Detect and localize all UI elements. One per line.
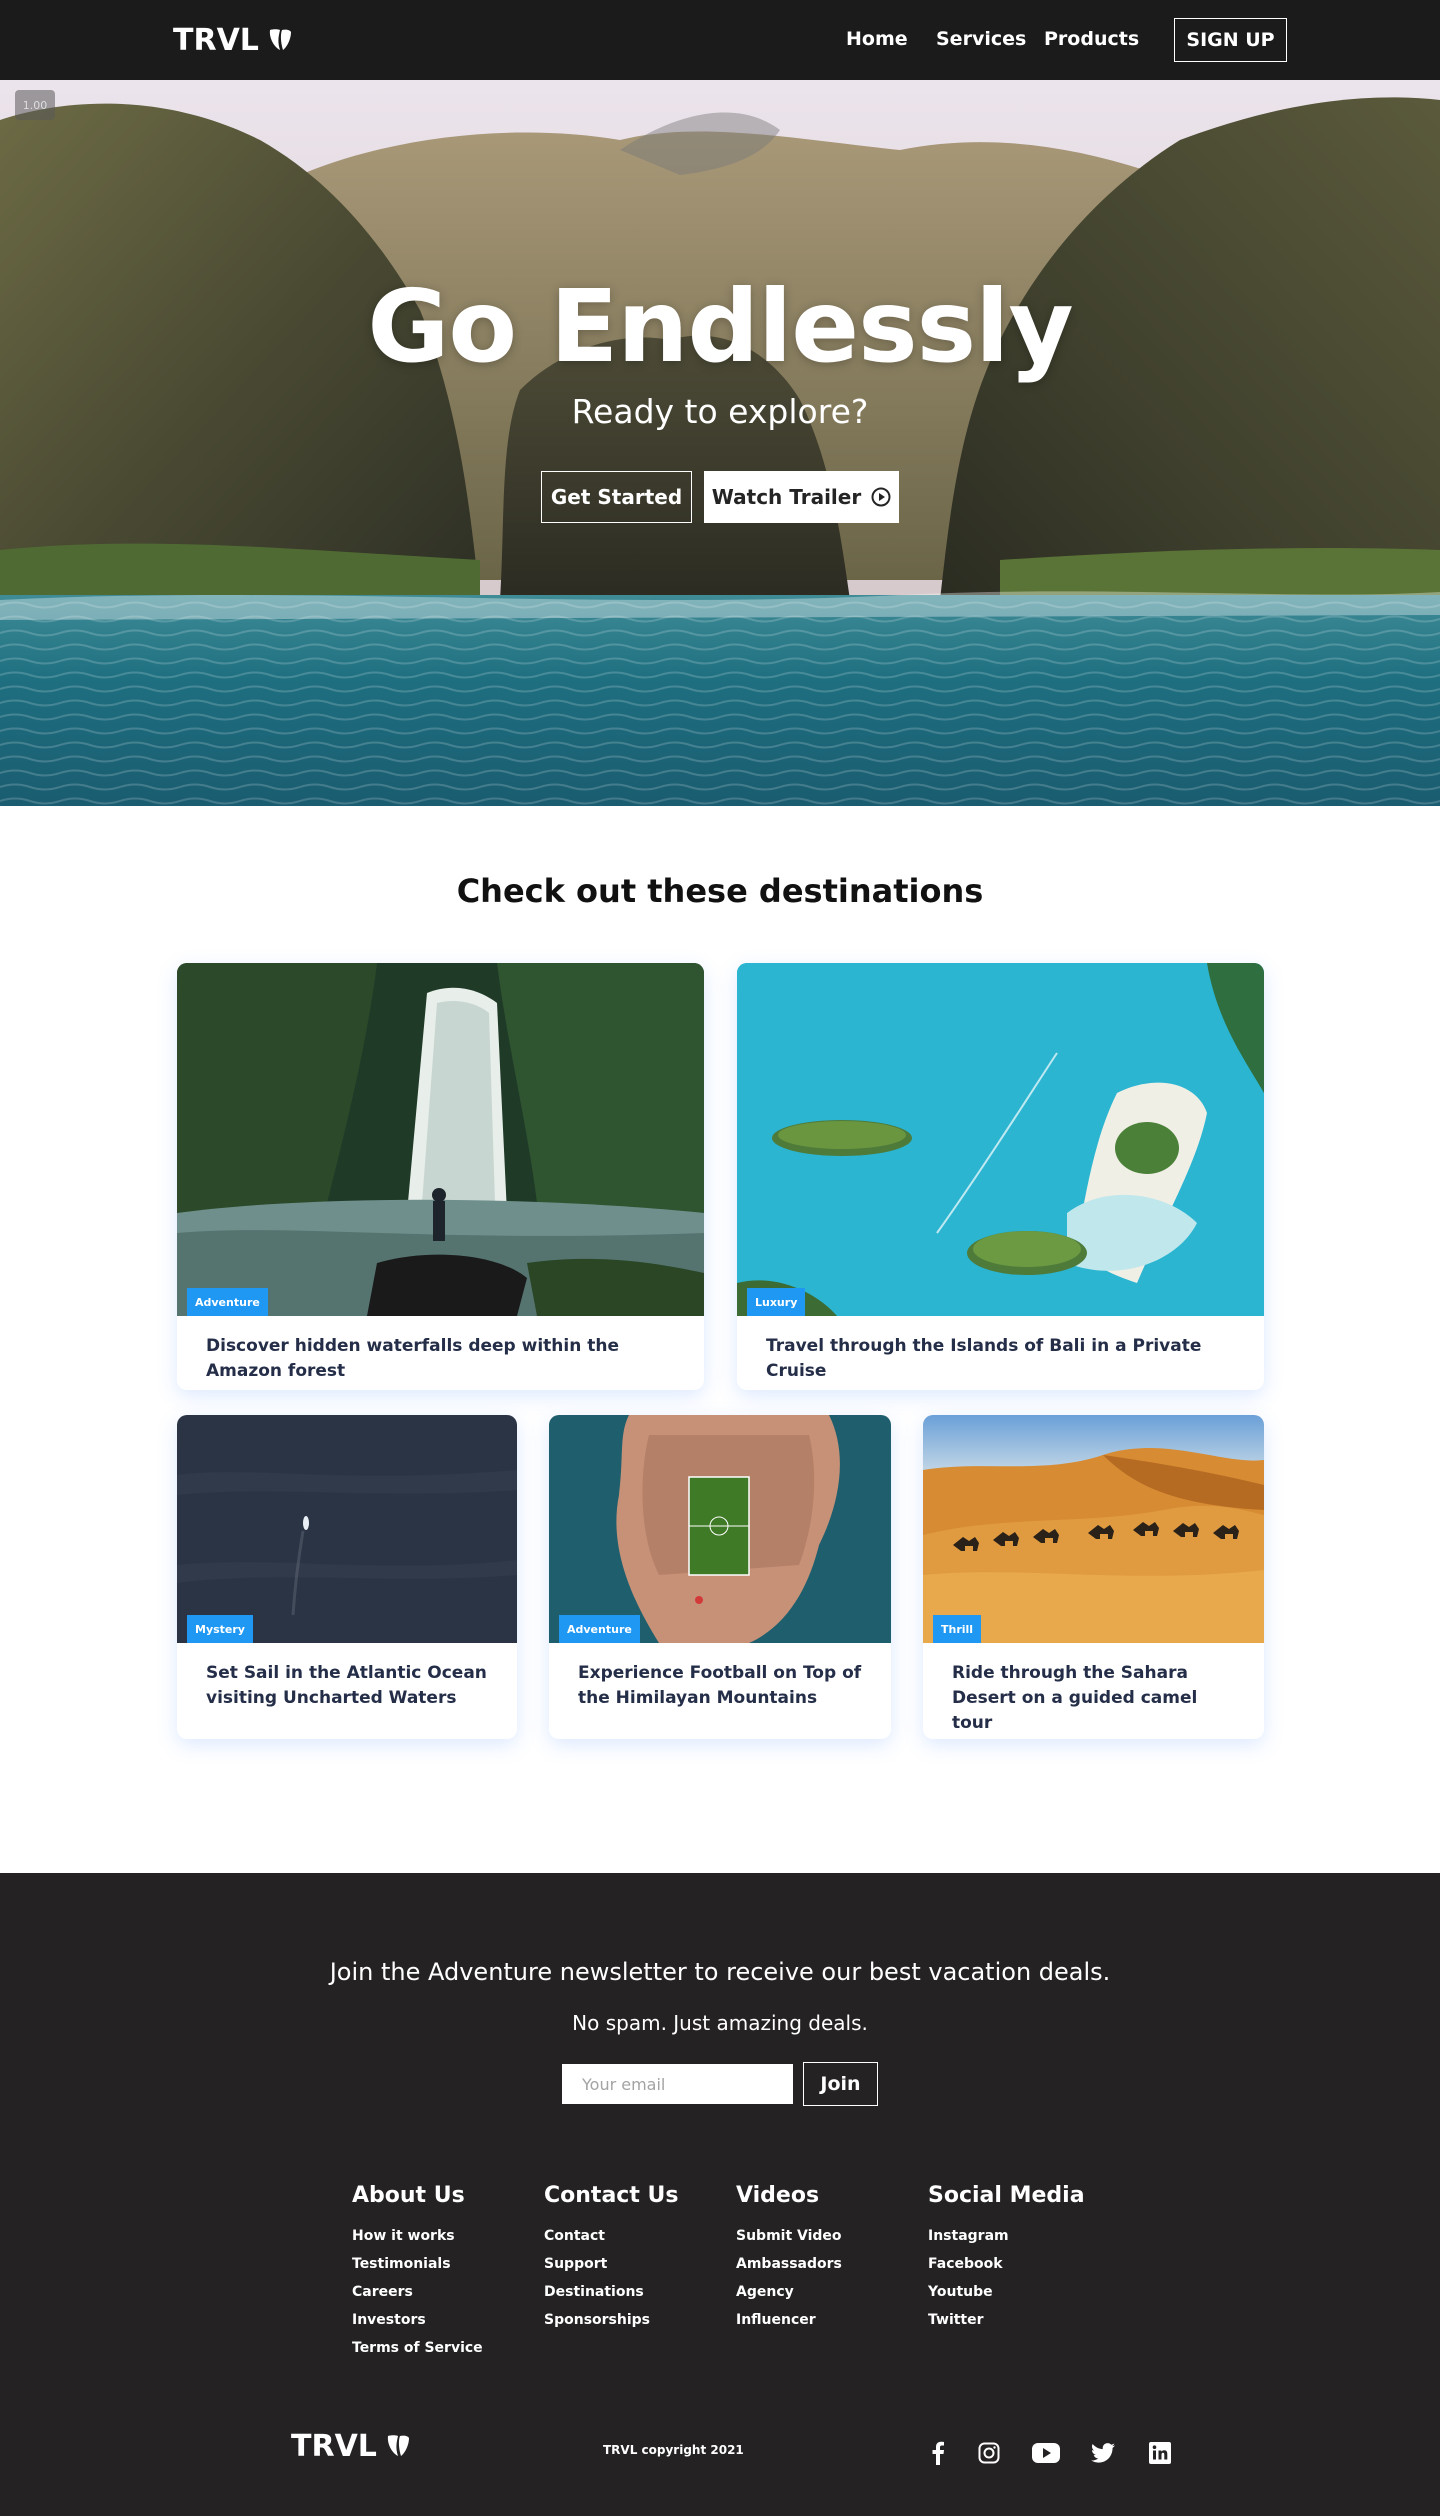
card-caption: Set Sail in the Atlantic Ocean visiting … <box>206 1663 487 1708</box>
footer-link[interactable]: Careers <box>352 2282 522 2310</box>
footer-link[interactable]: Destinations <box>544 2282 714 2310</box>
youtube-icon[interactable] <box>1031 2440 1061 2466</box>
hero-title: Go Endlessly <box>367 268 1073 385</box>
footer-link[interactable]: Terms of Service <box>352 2338 522 2366</box>
signup-button[interactable]: SIGN UP <box>1174 18 1287 62</box>
destination-card-football[interactable]: Adventure Experience Football on Top of … <box>549 1415 891 1739</box>
footer-link[interactable]: Support <box>544 2254 714 2282</box>
card-tag: Adventure <box>559 1615 640 1643</box>
destinations-heading: Check out these destinations <box>456 872 984 910</box>
typo3-icon <box>387 2435 409 2456</box>
footer: Join the Adventure newsletter to receive… <box>0 1873 1440 2516</box>
footer-column-social: Social Media Instagram Facebook Youtube … <box>928 2183 1098 2338</box>
footer-link[interactable]: Agency <box>736 2282 906 2310</box>
waterfall-image <box>177 963 704 1316</box>
twitter-icon[interactable] <box>1090 2440 1116 2466</box>
card-tag: Mystery <box>187 1615 253 1643</box>
footer-column-videos: Videos Submit Video Ambassadors Agency I… <box>736 2183 906 2338</box>
newsletter-subheading: No spam. Just amazing deals. <box>572 2011 868 2035</box>
bali-islands-image <box>737 963 1264 1316</box>
navbar-logo[interactable]: TRVL <box>173 20 293 60</box>
footer-logo[interactable]: TRVL <box>291 2426 411 2466</box>
copyright-text: TRVL copyright 2021 <box>603 2443 744 2457</box>
join-button[interactable]: Join <box>803 2062 878 2106</box>
footer-column-title: Contact Us <box>544 2183 679 2208</box>
footer-column-about: About Us How it works Testimonials Caree… <box>352 2183 522 2366</box>
nav-products-link[interactable]: Products <box>1044 28 1139 50</box>
play-circle-icon <box>871 487 891 507</box>
footer-link[interactable]: Ambassadors <box>736 2254 906 2282</box>
footer-column-title: Social Media <box>928 2183 1085 2208</box>
logo-text: TRVL <box>291 2428 377 2464</box>
nav-services-link[interactable]: Services <box>936 28 1026 50</box>
navbar: TRVL Home Services Products SIGN UP <box>0 0 1440 80</box>
card-tag: Thrill <box>933 1615 982 1643</box>
instagram-icon[interactable] <box>976 2440 1002 2466</box>
destination-card-bali[interactable]: Luxury Travel through the Islands of Bal… <box>737 963 1264 1390</box>
logo-text: TRVL <box>173 22 259 58</box>
destination-card-waterfall[interactable]: Adventure Discover hidden waterfalls dee… <box>177 963 704 1390</box>
footer-column-contact: Contact Us Contact Support Destinations … <box>544 2183 714 2338</box>
card-caption: Travel through the Islands of Bali in a … <box>766 1336 1202 1381</box>
card-caption: Experience Football on Top of the Himila… <box>578 1663 862 1708</box>
card-tag: Adventure <box>187 1288 268 1316</box>
football-island-image <box>549 1415 891 1643</box>
footer-link[interactable]: Investors <box>352 2310 522 2338</box>
footer-link[interactable]: Submit Video <box>736 2226 906 2254</box>
hero-section: 1.00 Go Endlessly Ready to explore? Get … <box>0 80 1440 806</box>
footer-link[interactable]: Influencer <box>736 2310 906 2338</box>
footer-column-title: About Us <box>352 2183 465 2208</box>
footer-link[interactable]: How it works <box>352 2226 522 2254</box>
watch-trailer-label: Watch Trailer <box>711 485 862 509</box>
watch-trailer-button[interactable]: Watch Trailer <box>704 471 899 523</box>
get-started-button[interactable]: Get Started <box>541 471 692 523</box>
footer-link[interactable]: Instagram <box>928 2226 1098 2254</box>
linkedin-icon[interactable] <box>1147 2440 1173 2466</box>
zoom-indicator: 1.00 <box>15 90 55 120</box>
ocean-sailboat-image <box>177 1415 517 1643</box>
footer-link[interactable]: Twitter <box>928 2310 1098 2338</box>
footer-link[interactable]: Testimonials <box>352 2254 522 2282</box>
destination-card-atlantic[interactable]: Mystery Set Sail in the Atlantic Ocean v… <box>177 1415 517 1739</box>
footer-link[interactable]: Contact <box>544 2226 714 2254</box>
email-input[interactable] <box>562 2064 793 2104</box>
typo3-icon <box>269 29 291 50</box>
footer-link[interactable]: Facebook <box>928 2254 1098 2282</box>
facebook-icon[interactable] <box>925 2440 951 2466</box>
hero-subtitle: Ready to explore? <box>571 392 869 431</box>
footer-column-title: Videos <box>736 2183 820 2208</box>
newsletter-heading: Join the Adventure newsletter to receive… <box>329 1958 1111 1986</box>
nav-home-link[interactable]: Home <box>846 28 908 50</box>
card-caption: Ride through the Sahara Desert on a guid… <box>952 1663 1198 1733</box>
footer-link[interactable]: Youtube <box>928 2282 1098 2310</box>
sahara-camels-image <box>923 1415 1264 1643</box>
destination-card-sahara[interactable]: Thrill Ride through the Sahara Desert on… <box>923 1415 1264 1739</box>
hero-background-image <box>0 80 1440 806</box>
footer-link[interactable]: Sponsorships <box>544 2310 714 2338</box>
card-caption: Discover hidden waterfalls deep within t… <box>206 1336 620 1381</box>
card-tag: Luxury <box>747 1288 806 1316</box>
